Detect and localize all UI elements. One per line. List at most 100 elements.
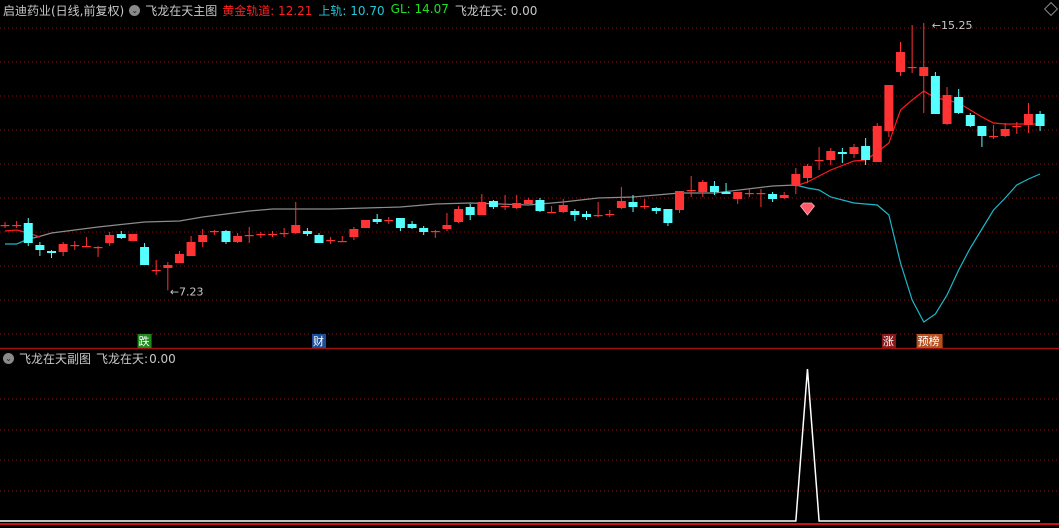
candle-up — [58, 244, 68, 252]
candle-down — [302, 231, 312, 234]
candle-down — [407, 224, 417, 228]
candle-up — [686, 190, 696, 192]
candle-down — [570, 211, 580, 215]
indicator-dropdown-icon[interactable]: ⌄ — [129, 5, 141, 16]
candle-up — [244, 235, 254, 237]
candle-up — [849, 147, 859, 154]
candle-up — [326, 240, 336, 242]
candle-up — [814, 160, 824, 162]
candle-down — [140, 247, 150, 265]
candle-down — [954, 97, 964, 113]
candle-down — [488, 201, 498, 207]
candle-up — [93, 247, 103, 249]
candle-up — [430, 231, 440, 233]
signal-badge-text: 预榜 — [918, 334, 940, 348]
candle-down — [965, 115, 975, 126]
candle-up — [1023, 114, 1033, 125]
candle-up — [907, 67, 917, 69]
candle-down — [861, 146, 871, 160]
candle-up — [454, 209, 464, 222]
candle-up — [291, 225, 301, 233]
candle-up — [698, 182, 708, 192]
candle-up — [675, 191, 685, 210]
candle-up — [233, 236, 243, 242]
candle-down — [651, 208, 661, 211]
candle-down — [663, 209, 673, 223]
candle-down — [977, 126, 987, 136]
candle-up — [81, 246, 91, 248]
candle-up — [256, 234, 266, 236]
candle-up — [640, 206, 650, 208]
sub-indicator-label: 飞龙在天: — [96, 352, 149, 366]
candle-up — [151, 270, 161, 272]
candle-up — [802, 166, 812, 178]
stock-title: 启迪药业(日线,前复权) — [3, 4, 125, 18]
candle-down — [465, 207, 475, 215]
candle-up — [1000, 129, 1010, 136]
candle-down — [768, 194, 778, 199]
candle-down — [116, 234, 126, 238]
low-price-label: ←7.23 — [170, 285, 204, 298]
candle-up — [872, 126, 882, 162]
signal-badge-text: 涨 — [883, 335, 894, 348]
sub-indicator-dropdown-icon[interactable]: ⌄ — [3, 353, 14, 364]
main-indicator-name[interactable]: 飞龙在天主图 — [145, 2, 217, 19]
candle-up — [512, 203, 522, 208]
candle-up — [267, 234, 277, 236]
high-price-label: ←15.25 — [932, 19, 973, 32]
candle-up — [744, 193, 754, 195]
candle-up — [756, 193, 766, 195]
candle-down — [721, 192, 731, 194]
candle-up — [186, 242, 196, 256]
candle-up — [500, 206, 510, 208]
candle-up — [919, 67, 929, 76]
candle-down — [628, 202, 638, 207]
candle-down — [709, 186, 719, 192]
candle-up — [198, 235, 208, 242]
candle-up — [349, 229, 359, 237]
header-value-0: 黄金轨道: 12.21 — [222, 4, 313, 18]
candle-up — [593, 215, 603, 217]
candle-down — [419, 228, 429, 232]
candle-up — [477, 202, 487, 215]
candle-up — [558, 205, 568, 212]
candle-down — [47, 251, 57, 253]
candle-down — [221, 231, 231, 242]
gem-icon — [799, 202, 816, 216]
candle-up — [791, 174, 801, 186]
candle-down — [23, 223, 33, 243]
candle-up — [70, 245, 80, 247]
candle-down — [930, 76, 940, 114]
candle-down — [395, 218, 405, 228]
candle-up — [884, 85, 894, 131]
candle-up — [209, 231, 219, 233]
candle-up — [942, 95, 952, 124]
candle-up — [384, 220, 394, 222]
candle-down — [582, 214, 591, 217]
red-ma-head — [4, 229, 41, 238]
sub-header: ⌄ 飞龙在天副图 飞龙在天: 0.00 — [3, 350, 176, 367]
candle-up — [337, 241, 347, 243]
candle-up — [163, 265, 173, 268]
candle-up — [174, 254, 184, 263]
candle-up — [896, 52, 906, 72]
candle-down — [35, 245, 45, 250]
sub-indicator-value: 0.00 — [149, 351, 176, 366]
candle-down — [1035, 114, 1045, 126]
kline-chart[interactable]: ←7.23 ←15.25 跌 财 涨 预榜 — [0, 0, 1059, 528]
candle-up — [442, 225, 452, 229]
sub-indicator-name[interactable]: 飞龙在天副图 — [19, 350, 91, 367]
header-value-3: 飞龙在天: 0.00 — [454, 4, 538, 18]
candle-up — [361, 220, 371, 228]
candle-up — [1012, 126, 1022, 128]
main-header: 启迪药业(日线,前复权) ⌄ 飞龙在天主图 黄金轨道: 12.21 上轨: 10.… — [3, 2, 537, 19]
candle-up — [0, 225, 10, 227]
candle-up — [105, 235, 115, 243]
candle-down — [837, 152, 847, 154]
candle-up — [523, 200, 533, 204]
candle-down — [372, 219, 382, 222]
candle-up — [779, 195, 789, 198]
red-ma-tail — [795, 90, 1041, 187]
candle-up — [547, 212, 557, 214]
candle-up — [733, 192, 743, 199]
